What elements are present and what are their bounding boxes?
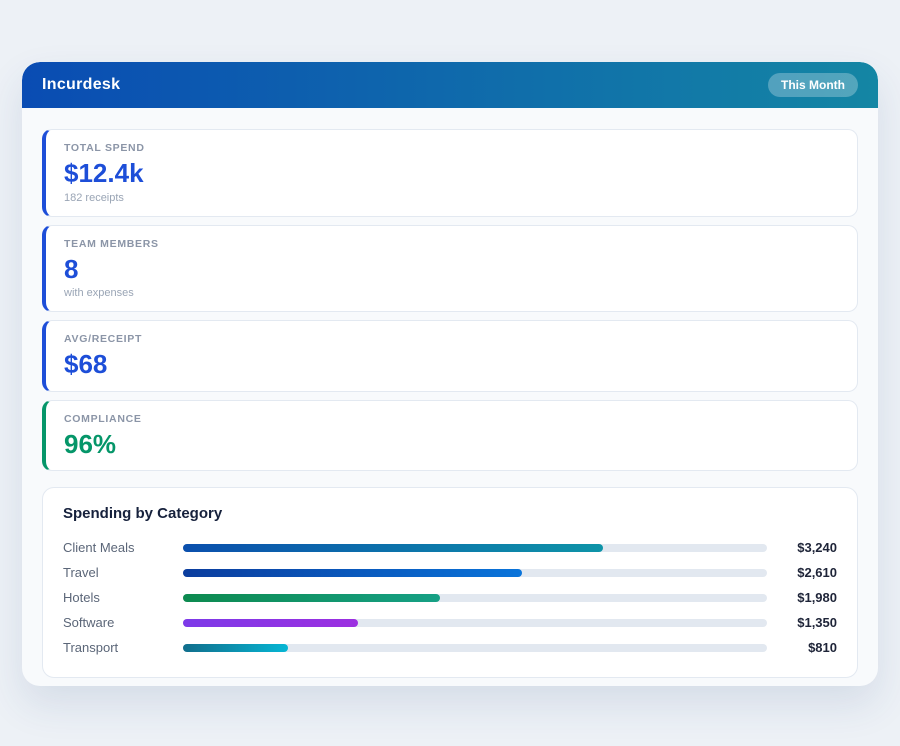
bar-value-label: $810: [808, 640, 837, 656]
bar-row-transport: Transport $810: [63, 635, 837, 660]
bar-category-label: Software: [63, 615, 115, 631]
bar-category-label: Client Meals: [63, 540, 135, 556]
stat-label: TEAM MEMBERS: [64, 237, 159, 250]
bar-fill: [183, 643, 289, 652]
stat-card-total-spend: TOTAL SPEND $12.4k 182 receipts: [42, 129, 858, 217]
dashboard-content: TOTAL SPEND $12.4k 182 receipts TEAM MEM…: [22, 108, 878, 686]
stat-card-team-members: TEAM MEMBERS 8 with expenses: [42, 224, 858, 313]
stat-label: AVG/RECEIPT: [64, 333, 143, 346]
app-title: Incurdesk: [42, 76, 121, 93]
bar-value-label: $1,350: [797, 615, 837, 631]
bar-track: [183, 568, 767, 577]
bar-category-label: Hotels: [63, 590, 100, 606]
app-header: Incurdesk This Month: [22, 62, 878, 108]
bar-track: [183, 543, 767, 552]
period-badge[interactable]: This Month: [768, 73, 858, 97]
stat-card-avg-receipt: AVG/RECEIPT $68: [42, 320, 858, 392]
bar-row-travel: Travel $2,610: [63, 560, 837, 585]
bar-category-label: Travel: [63, 565, 99, 581]
stat-value: $68: [64, 349, 108, 380]
bar-row-hotels: Hotels $1,980: [63, 585, 837, 610]
stat-value: 8: [64, 253, 79, 284]
stat-value: 96%: [64, 428, 117, 459]
bar-track: [183, 643, 767, 652]
bar-value-label: $2,610: [797, 565, 837, 581]
bar-value-label: $1,980: [797, 590, 837, 606]
bar-fill: [183, 593, 440, 602]
stat-label: TOTAL SPEND: [64, 142, 145, 154]
bar-row-software: Software $1,350: [63, 610, 837, 635]
bar-fill: [183, 618, 359, 627]
stat-label: COMPLIANCE: [64, 412, 142, 425]
chart-title: Spending by Category: [63, 505, 223, 523]
bar-fill: [183, 568, 522, 577]
stat-subtext: with expenses: [64, 287, 134, 300]
bar-category-label: Transport: [63, 640, 119, 656]
spending-by-category-card: Spending by Category Client Meals $3,240…: [42, 487, 858, 679]
bar-fill: [183, 543, 604, 552]
bar-value-label: $3,240: [797, 540, 837, 556]
app-card: Incurdesk This Month TOTAL SPEND $12.4k …: [22, 62, 878, 686]
bar-track: [183, 593, 767, 602]
stat-value: $12.4k: [64, 158, 144, 188]
bar-row-client-meals: Client Meals $3,240: [63, 535, 837, 560]
stat-subtext: 182 receipts: [64, 191, 124, 204]
stat-card-compliance: COMPLIANCE 96%: [42, 399, 858, 472]
bar-track: [183, 618, 767, 627]
